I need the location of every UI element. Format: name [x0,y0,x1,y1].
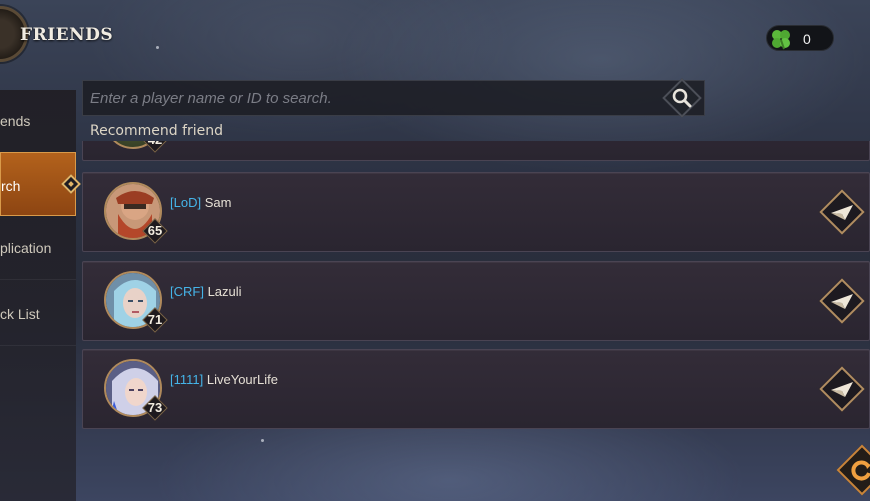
level-badge: 65 [142,218,168,244]
clover-icon [772,30,790,50]
search-input[interactable] [83,81,653,115]
search-button[interactable] [662,78,702,118]
search-icon [672,88,692,108]
add-friend-button[interactable] [818,277,866,325]
sidebar-item-application[interactable]: plication [0,216,76,280]
currency-value: 0 [803,31,811,47]
level-badge: 73 [142,395,168,421]
sidebar: ends rch plication ck List [0,90,76,501]
background-sparkle [156,46,159,49]
sidebar-item-label: rch [1,178,21,194]
send-request-icon [831,294,853,309]
level-badge: 42 [142,141,168,153]
add-friend-button[interactable] [818,188,866,236]
refresh-icon [851,460,870,481]
refresh-button[interactable] [834,442,870,498]
sidebar-item-friends[interactable]: ends [0,90,76,154]
list-item: 71 [CRF] Lazuli [82,261,870,341]
send-request-icon [831,382,853,397]
list-item: 73 [1111] LiveYourLife [82,349,870,429]
send-request-icon [831,205,853,220]
clover-currency: 0 [766,25,834,51]
list-item: 42 [82,141,870,161]
recommend-friend-label: Recommend friend [90,123,224,139]
player-name: [1111] LiveYourLife [170,372,278,387]
add-friend-button[interactable] [818,365,866,413]
guild-tag: [CRF] [170,284,204,299]
recommend-list[interactable]: 42 65 [LoD] Sam [80,141,870,431]
guild-tag: [LoD] [170,195,202,210]
player-name-text: Sam [204,195,232,210]
list-item: 65 [LoD] Sam [82,172,870,252]
search-bar [82,80,705,116]
player-name-text: Lazuli [207,284,242,299]
player-name: [LoD] Sam [170,195,231,210]
avatar[interactable]: 71 [102,269,168,333]
sidebar-item-block-list[interactable]: ck List [0,282,76,346]
guild-tag: [1111] [170,372,204,387]
page-title: FRIENDS [20,25,114,45]
player-name: [CRF] Lazuli [170,284,242,299]
avatar[interactable]: 65 [102,180,168,244]
avatar[interactable]: 73 [102,357,168,421]
avatar[interactable]: 42 [102,141,168,153]
background-sparkle [261,439,264,442]
sidebar-item-label: plication [0,240,52,256]
player-name-text: LiveYourLife [206,372,278,387]
sidebar-item-label: ck List [0,306,40,322]
level-badge: 71 [142,307,168,333]
sidebar-item-label: ends [0,113,31,129]
